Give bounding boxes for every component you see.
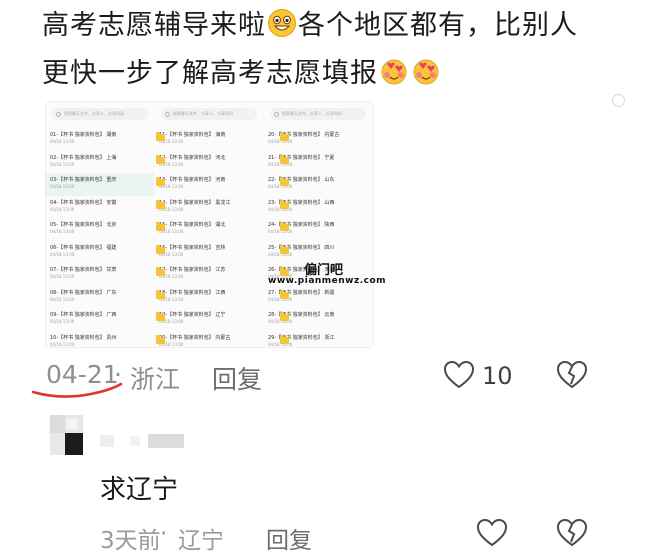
search-bar: 搜索聊天文件、分享人、分享时间 xyxy=(161,108,257,120)
file-list-item[interactable]: 10-【杯书 独家资料包】 贵州 04/18 13:00 xyxy=(46,331,154,348)
search-bar: 搜索聊天文件、分享人、分享时间 xyxy=(270,108,366,120)
file-title: 15-【杯书 独家资料包】 湖北 xyxy=(159,222,226,228)
file-date: 04/18 13:00 xyxy=(50,341,75,347)
file-list-item[interactable]: 01-【杯书 独家资料包】 湖南 04/18 13:00 xyxy=(46,128,154,151)
file-list-item[interactable]: 08-【杯书 独家资料包】 广东 04/18 13:00 xyxy=(46,286,154,309)
file-title: 03-【杯书 独家资料包】 重庆 xyxy=(50,177,117,183)
folder-icon xyxy=(156,289,165,299)
folder-icon xyxy=(280,177,289,186)
file-date: 04/18 13:00 xyxy=(50,296,75,302)
file-list-item[interactable]: 15-【杯书 独家资料包】 湖北 04/18 13:00 xyxy=(155,218,263,241)
post-image[interactable]: 搜索聊天文件、分享人、分享时间 01-【杯书 独家资料包】 湖南 04/18 13… xyxy=(46,102,373,347)
file-title: 14-【杯书 独家资料包】 黑龙江 xyxy=(159,199,231,206)
file-list-item[interactable]: 17-【杯书 独家资料包】 江苏 04/18 13:00 xyxy=(155,263,263,286)
file-title: 10-【杯书 独家资料包】 贵州 xyxy=(50,334,117,341)
file-title: 02-【杯书 独家资料包】 上海 xyxy=(50,154,117,161)
heart-icon[interactable] xyxy=(476,518,508,548)
watermark-url: www.pianmenwz.com xyxy=(268,276,387,286)
folder-icon xyxy=(280,244,289,254)
file-list-item[interactable]: 04-【杯书 独家资料包】 安徽 04/18 13:00 xyxy=(46,196,154,219)
file-date: 04/18 13:00 xyxy=(50,251,75,257)
folder-icon xyxy=(156,154,165,164)
red-underline-annotation xyxy=(31,382,123,398)
file-date: 04/18 13:00 xyxy=(50,274,75,279)
folder-icon xyxy=(280,289,289,299)
file-title: 17-【杯书 独家资料包】 江苏 xyxy=(159,267,226,273)
reply-reply-button[interactable]: 回复 xyxy=(266,521,312,555)
folder-icon xyxy=(156,222,165,231)
folder-icon xyxy=(156,244,165,254)
file-list-item[interactable]: 05-【杯书 独家资料包】 北京 04/18 13:00 xyxy=(46,218,154,241)
blurred-username xyxy=(100,434,184,448)
folder-icon xyxy=(280,312,289,321)
reply-time: 3天前 xyxy=(100,528,161,554)
folder-icon xyxy=(280,267,289,276)
file-list-item[interactable]: 06-【杯书 独家资料包】 福建 04/18 13:00 xyxy=(46,241,154,264)
folder-icon xyxy=(156,267,165,276)
folder-icon xyxy=(280,132,289,141)
file-title: 20-【杯书 独家资料包】 内蒙古 xyxy=(159,334,231,341)
file-date: 04/18 13:00 xyxy=(50,139,75,144)
search-bar: 搜索聊天文件、分享人、分享时间 xyxy=(52,108,148,120)
file-title: 04-【杯书 独家资料包】 安徽 xyxy=(50,199,117,206)
reply-meta-separator: · xyxy=(160,521,168,547)
heart-icon[interactable] xyxy=(443,360,475,390)
file-title: 09-【杯书 独家资料包】 广西 xyxy=(50,312,117,318)
reply-button[interactable]: 回复 xyxy=(212,360,262,396)
file-title: 13-【杯书 独家资料包】 河南 xyxy=(159,177,226,183)
folder-icon xyxy=(280,222,289,231)
file-list-item[interactable]: 11-【杯书 独家资料包】 海南 04/18 13:00 xyxy=(155,128,263,151)
file-title: 12-【杯书 独家资料包】 河北 xyxy=(159,154,226,161)
file-column-2: 搜索聊天文件、分享人、分享时间 11-【杯书 独家资料包】 海南 04/18 13… xyxy=(155,106,263,347)
file-list-item[interactable]: 14-【杯书 独家资料包】 黑龙江 04/18 13:00 xyxy=(155,196,263,219)
file-title: 18-【杯书 独家资料包】 江西 xyxy=(159,289,226,296)
post-content: 高考志愿辅导来啦 各个地区都有，比别人更快一步了解高考志愿填报 xyxy=(42,2,602,98)
file-title: 19-【杯书 独家资料包】 辽宁 xyxy=(159,312,226,318)
reply-comment-text: 求辽宁 xyxy=(100,475,179,505)
file-list-item[interactable]: 02-【杯书 独家资料包】 上海 04/18 13:00 xyxy=(46,151,154,174)
grinning-face-icon xyxy=(268,9,296,37)
smiling-face-with-hearts-icon xyxy=(413,59,439,85)
file-title: 07-【杯书 独家资料包】 甘肃 xyxy=(50,267,117,273)
folder-icon xyxy=(280,199,289,209)
file-list-item[interactable]: 13-【杯书 独家资料包】 河南 04/18 13:00 xyxy=(155,173,263,196)
folder-icon xyxy=(280,154,289,164)
avatar[interactable] xyxy=(50,415,83,455)
file-title: 06-【杯书 独家资料包】 福建 xyxy=(50,244,117,251)
file-list-item[interactable]: 16-【杯书 独家资料包】 吉林 04/18 13:00 xyxy=(155,241,263,264)
file-date: 04/18 13:00 xyxy=(50,229,75,234)
folder-icon xyxy=(156,132,165,141)
file-title: 01-【杯书 独家资料包】 湖南 xyxy=(50,132,117,138)
file-list-item[interactable]: 20-【杯书 独家资料包】 内蒙古 04/18 13:00 xyxy=(155,331,263,348)
file-list-item[interactable]: 03-【杯书 独家资料包】 重庆 04/18 13:00 xyxy=(46,173,154,196)
file-title: 08-【杯书 独家资料包】 广东 xyxy=(50,289,117,296)
file-date: 04/18 13:00 xyxy=(50,184,75,189)
file-date: 04/18 13:00 xyxy=(50,319,75,324)
smiling-face-with-hearts-icon xyxy=(381,59,407,85)
file-date: 04/18 13:00 xyxy=(50,161,75,167)
file-title: 16-【杯书 独家资料包】 吉林 xyxy=(159,244,226,251)
folder-icon xyxy=(156,177,165,186)
file-date: 04/18 13:00 xyxy=(50,206,75,212)
folder-icon xyxy=(156,199,165,209)
folder-icon xyxy=(280,334,289,344)
file-list-item[interactable]: 18-【杯书 独家资料包】 江西 04/18 13:00 xyxy=(155,286,263,309)
post-location: 浙江 xyxy=(130,365,181,394)
file-list-item[interactable]: 19-【杯书 独家资料包】 辽宁 04/18 13:00 xyxy=(155,308,263,331)
broken-heart-icon[interactable] xyxy=(556,518,588,548)
file-title: 11-【杯书 独家资料包】 海南 xyxy=(159,132,226,138)
like-count: 10 xyxy=(482,362,513,390)
file-list-item[interactable]: 07-【杯书 独家资料包】 甘肃 04/18 13:00 xyxy=(46,263,154,286)
post-text-part1: 高考志愿辅导来啦 xyxy=(42,10,266,41)
file-list-item[interactable]: 09-【杯书 独家资料包】 广西 04/18 13:00 xyxy=(46,308,154,331)
file-title: 05-【杯书 独家资料包】 北京 xyxy=(50,222,117,228)
folder-icon xyxy=(156,312,165,321)
reply-location: 辽宁 xyxy=(178,528,224,554)
file-list-item[interactable]: 12-【杯书 独家资料包】 河北 04/18 13:00 xyxy=(155,151,263,174)
folder-icon xyxy=(156,334,165,344)
file-column-1: 搜索聊天文件、分享人、分享时间 01-【杯书 独家资料包】 湖南 04/18 13… xyxy=(46,106,154,347)
scroll-indicator xyxy=(612,94,625,107)
broken-heart-icon[interactable] xyxy=(556,360,588,390)
